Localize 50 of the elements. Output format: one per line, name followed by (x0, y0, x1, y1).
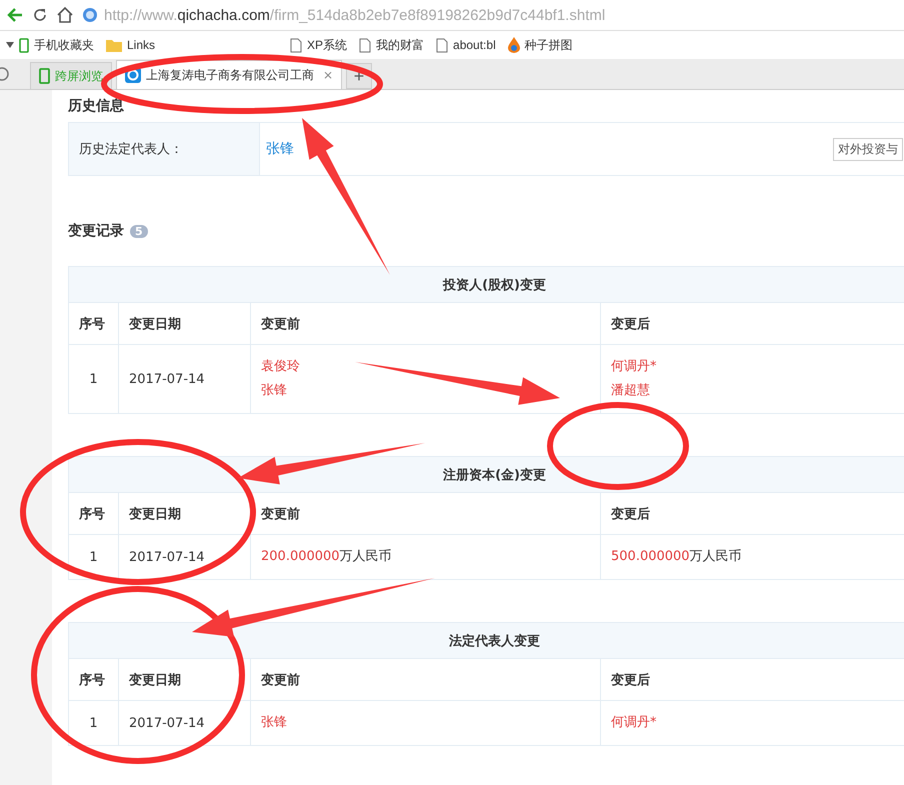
folder-icon (106, 38, 122, 52)
table-title: 注册资本(金)变更 (68, 456, 904, 492)
section-heading: 历史信息 (68, 97, 124, 115)
page-icon (436, 38, 448, 52)
bookmark-item[interactable]: 手机收藏夹 (34, 36, 94, 54)
field-label: 历史法定代表人： (69, 123, 260, 175)
browser-tab[interactable]: 上海复涛电子商务有限公司工商 × (116, 60, 342, 89)
table-value: 袁俊玲 (261, 358, 300, 376)
column-header: 序号 (68, 302, 118, 344)
bookmark-item[interactable]: Links (127, 38, 156, 52)
address-field[interactable]: http://www.qichacha.com/firm_514da8b2eb7e8f89198262b9d7c44bf1.shtml (82, 3, 904, 27)
table-value: 何调丹* (611, 358, 656, 376)
table-value: 500.000000万人民币 (611, 548, 742, 566)
phone-icon (39, 68, 50, 84)
table-value: 张锋 (261, 382, 287, 400)
back-icon[interactable] (6, 6, 24, 24)
table-value: 张锋 (261, 714, 287, 732)
column-header: 变更前 (250, 492, 600, 534)
column-header: 变更日期 (118, 302, 250, 344)
table-cell: 2017-07-14 (118, 700, 250, 746)
person-link[interactable]: 张锋 (266, 140, 294, 158)
investment-button[interactable]: 对外投资与 (833, 138, 903, 160)
dropdown-icon[interactable] (6, 42, 14, 48)
home-icon[interactable] (56, 6, 74, 24)
bookmark-item[interactable]: 种子拼图 (524, 36, 573, 54)
table-value: 何调丹* (611, 714, 656, 732)
bookmark-item[interactable]: 我的财富 (376, 36, 424, 54)
bookmark-item[interactable]: about:bl (453, 38, 496, 52)
drop-icon (508, 37, 520, 53)
page-icon (290, 38, 302, 52)
phone-icon (19, 38, 29, 52)
column-header: 变更前 (250, 658, 600, 700)
table-title: 投资人(股权)变更 (68, 266, 904, 302)
bookmark-item[interactable]: XP系统 (307, 36, 348, 54)
table-cell: 1 (68, 700, 118, 746)
page-icon (359, 38, 372, 52)
table-cell: 2017-07-14 (118, 344, 250, 414)
refresh-icon[interactable] (32, 7, 48, 23)
section-heading: 变更记录 (68, 222, 124, 240)
column-header: 序号 (68, 492, 118, 534)
column-header: 序号 (68, 658, 118, 700)
table-value: 潘超慧 (611, 382, 650, 400)
table-cell: 1 (68, 344, 118, 414)
column-header: 变更前 (250, 302, 600, 344)
column-header: 变更日期 (118, 658, 250, 700)
table-title: 法定代表人变更 (68, 622, 904, 658)
count-badge: 5 (130, 224, 148, 238)
globe-icon (82, 7, 98, 23)
table-cell: 1 (68, 534, 118, 580)
table-value: 200.000000万人民币 (261, 548, 392, 566)
